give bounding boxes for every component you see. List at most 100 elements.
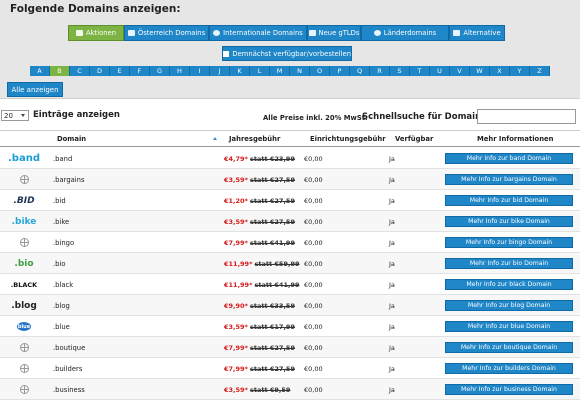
more-info-button[interactable]: Mehr Info zur builders Domain: [445, 363, 573, 374]
letter-e-button[interactable]: E: [110, 66, 130, 76]
letter-p-button[interactable]: P: [330, 66, 350, 76]
category-label: Alternative: [463, 29, 501, 37]
header-yearly-fee[interactable]: Jahresgebühr: [229, 135, 280, 143]
yearly-fee: €4,79* statt €23,99: [224, 155, 295, 163]
category-label: Länderdomains: [383, 29, 437, 37]
table-row: .bargains €3,59* statt €27,59 €0,00 Ja Mehr …: [0, 169, 580, 190]
table-row: .blog .blog €9,90* statt €33,59 €0,00 Ja Mehr…: [0, 295, 580, 316]
setup-fee: €0,00: [304, 239, 323, 247]
tld-logo-text: .BLACK: [10, 280, 38, 289]
entries-select[interactable]: 20: [1, 110, 29, 121]
preorder-button[interactable]: Demnächst verfügbar/vorbestellen: [222, 46, 352, 61]
globe-icon: [4, 340, 44, 355]
price-current: €4,79*: [224, 155, 248, 163]
price-previous: statt €23,99: [250, 155, 295, 163]
letter-l-button[interactable]: L: [250, 66, 270, 76]
letter-s-button[interactable]: S: [390, 66, 410, 76]
letter-r-button[interactable]: R: [370, 66, 390, 76]
more-info-button[interactable]: Mehr Info zur band Domain: [445, 153, 573, 164]
header-available[interactable]: Verfügbar: [395, 135, 433, 143]
letter-i-button[interactable]: I: [190, 66, 210, 76]
header-setup-fee[interactable]: Einrichtungsgebühr: [310, 135, 386, 143]
letter-j-button[interactable]: J: [210, 66, 230, 76]
letter-h-button[interactable]: H: [170, 66, 190, 76]
letter-v-button[interactable]: V: [450, 66, 470, 76]
category-international-button[interactable]: Internationale Domains: [209, 25, 307, 41]
more-info-button[interactable]: Mehr Info zur bargains Domain: [445, 174, 573, 185]
availability: Ja: [389, 281, 395, 289]
more-info-button[interactable]: Mehr Info zur bike Domain: [445, 216, 573, 227]
category-laender-button[interactable]: Länderdomains: [361, 25, 449, 41]
letter-x-button[interactable]: X: [490, 66, 510, 76]
price-current: €9,90*: [224, 302, 248, 310]
entries-value: 20: [4, 111, 13, 120]
tld-logo: .bio: [4, 256, 44, 271]
letter-n-button[interactable]: N: [290, 66, 310, 76]
letter-u-button[interactable]: U: [430, 66, 450, 76]
letter-g-button[interactable]: G: [150, 66, 170, 76]
category-alternative-button[interactable]: Alternative: [449, 25, 505, 41]
more-info-button[interactable]: Mehr Info zur business Domain: [445, 384, 573, 395]
category-gtld-button[interactable]: Neue gTLDs: [307, 25, 361, 41]
tld-logo-text: .bike: [11, 216, 37, 227]
tld-logo: .blog: [4, 298, 44, 313]
price-previous: statt €9,59: [250, 386, 291, 394]
price-previous: statt €27,59: [250, 365, 295, 373]
table-row: .bio .bio €11,99* statt €59,99 €0,00 Ja Mehr …: [0, 253, 580, 274]
more-info-button[interactable]: Mehr Info zur boutique Domain: [445, 342, 573, 353]
more-info-button[interactable]: Mehr Info zur bio Domain: [445, 258, 573, 269]
domain-name: .builders: [53, 365, 83, 373]
yearly-fee: €3,59* statt €27,59: [224, 176, 295, 184]
quick-search-input[interactable]: [477, 109, 576, 124]
show-all-button[interactable]: Alle anzeigen: [7, 82, 63, 97]
letter-w-button[interactable]: W: [470, 66, 490, 76]
more-info-button[interactable]: Mehr Info zur blue Domain: [445, 321, 573, 332]
price-current: €3,59*: [224, 218, 248, 226]
domain-name: .blue: [53, 323, 70, 331]
letter-q-button[interactable]: Q: [350, 66, 370, 76]
table-row: .BLACK .black €11,99* statt €41,99 €0,00 Ja M…: [0, 274, 580, 295]
header-more-info[interactable]: Mehr Informationen: [477, 135, 553, 143]
tld-logo-text: .band: [8, 153, 40, 164]
tld-logo-text: .blog: [11, 300, 37, 311]
availability: Ja: [389, 218, 395, 226]
price-current: €3,59*: [224, 323, 248, 331]
letter-b-button[interactable]: B: [50, 66, 70, 76]
letter-y-button[interactable]: Y: [510, 66, 530, 76]
category-aktionen-button[interactable]: Aktionen: [68, 25, 124, 41]
flag-icon: [127, 30, 135, 36]
category-label: Internationale Domains: [223, 29, 303, 37]
quick-search-label: Schnellsuche für Domains:: [362, 112, 490, 122]
letter-a-button[interactable]: A: [30, 66, 50, 76]
price-current: €7,99*: [224, 365, 248, 373]
domain-name: .bargains: [53, 176, 85, 184]
price-previous: statt €27,59: [250, 176, 295, 184]
letter-m-button[interactable]: M: [270, 66, 290, 76]
domain-name: .bingo: [53, 239, 75, 247]
more-info-button[interactable]: Mehr Info zur bingo Domain: [445, 237, 573, 248]
price-previous: statt €33,59: [250, 302, 295, 310]
table-controls: 20 Einträge anzeigen Alle Preise inkl. 2…: [0, 106, 580, 126]
category-oesterreich-button[interactable]: Österreich Domains: [124, 25, 209, 41]
header-domain[interactable]: Domain: [57, 135, 86, 143]
sort-ascending-icon[interactable]: [213, 137, 217, 140]
cart-icon: [75, 30, 83, 36]
letter-c-button[interactable]: C: [70, 66, 90, 76]
more-info-button[interactable]: Mehr Info zur black Domain: [445, 279, 573, 290]
setup-fee: €0,00: [304, 323, 323, 331]
letter-o-button[interactable]: O: [310, 66, 330, 76]
price-previous: statt €27,59: [250, 344, 295, 352]
letter-d-button[interactable]: D: [90, 66, 110, 76]
table-row: .BID .bid €1,20* statt €27,59 €0,00 Ja Mehr I…: [0, 190, 580, 211]
tld-logo: blue: [4, 319, 44, 334]
letter-k-button[interactable]: K: [230, 66, 250, 76]
letter-z-button[interactable]: Z: [530, 66, 550, 76]
setup-fee: €0,00: [304, 218, 323, 226]
letter-f-button[interactable]: F: [130, 66, 150, 76]
setup-fee: €0,00: [304, 386, 323, 394]
tld-logo-text: .bio: [14, 258, 34, 269]
more-info-button[interactable]: Mehr Info zur blog Domain: [445, 300, 573, 311]
chevron-down-icon: [21, 114, 25, 117]
letter-t-button[interactable]: T: [410, 66, 430, 76]
more-info-button[interactable]: Mehr Info zur bid Domain: [445, 195, 573, 206]
